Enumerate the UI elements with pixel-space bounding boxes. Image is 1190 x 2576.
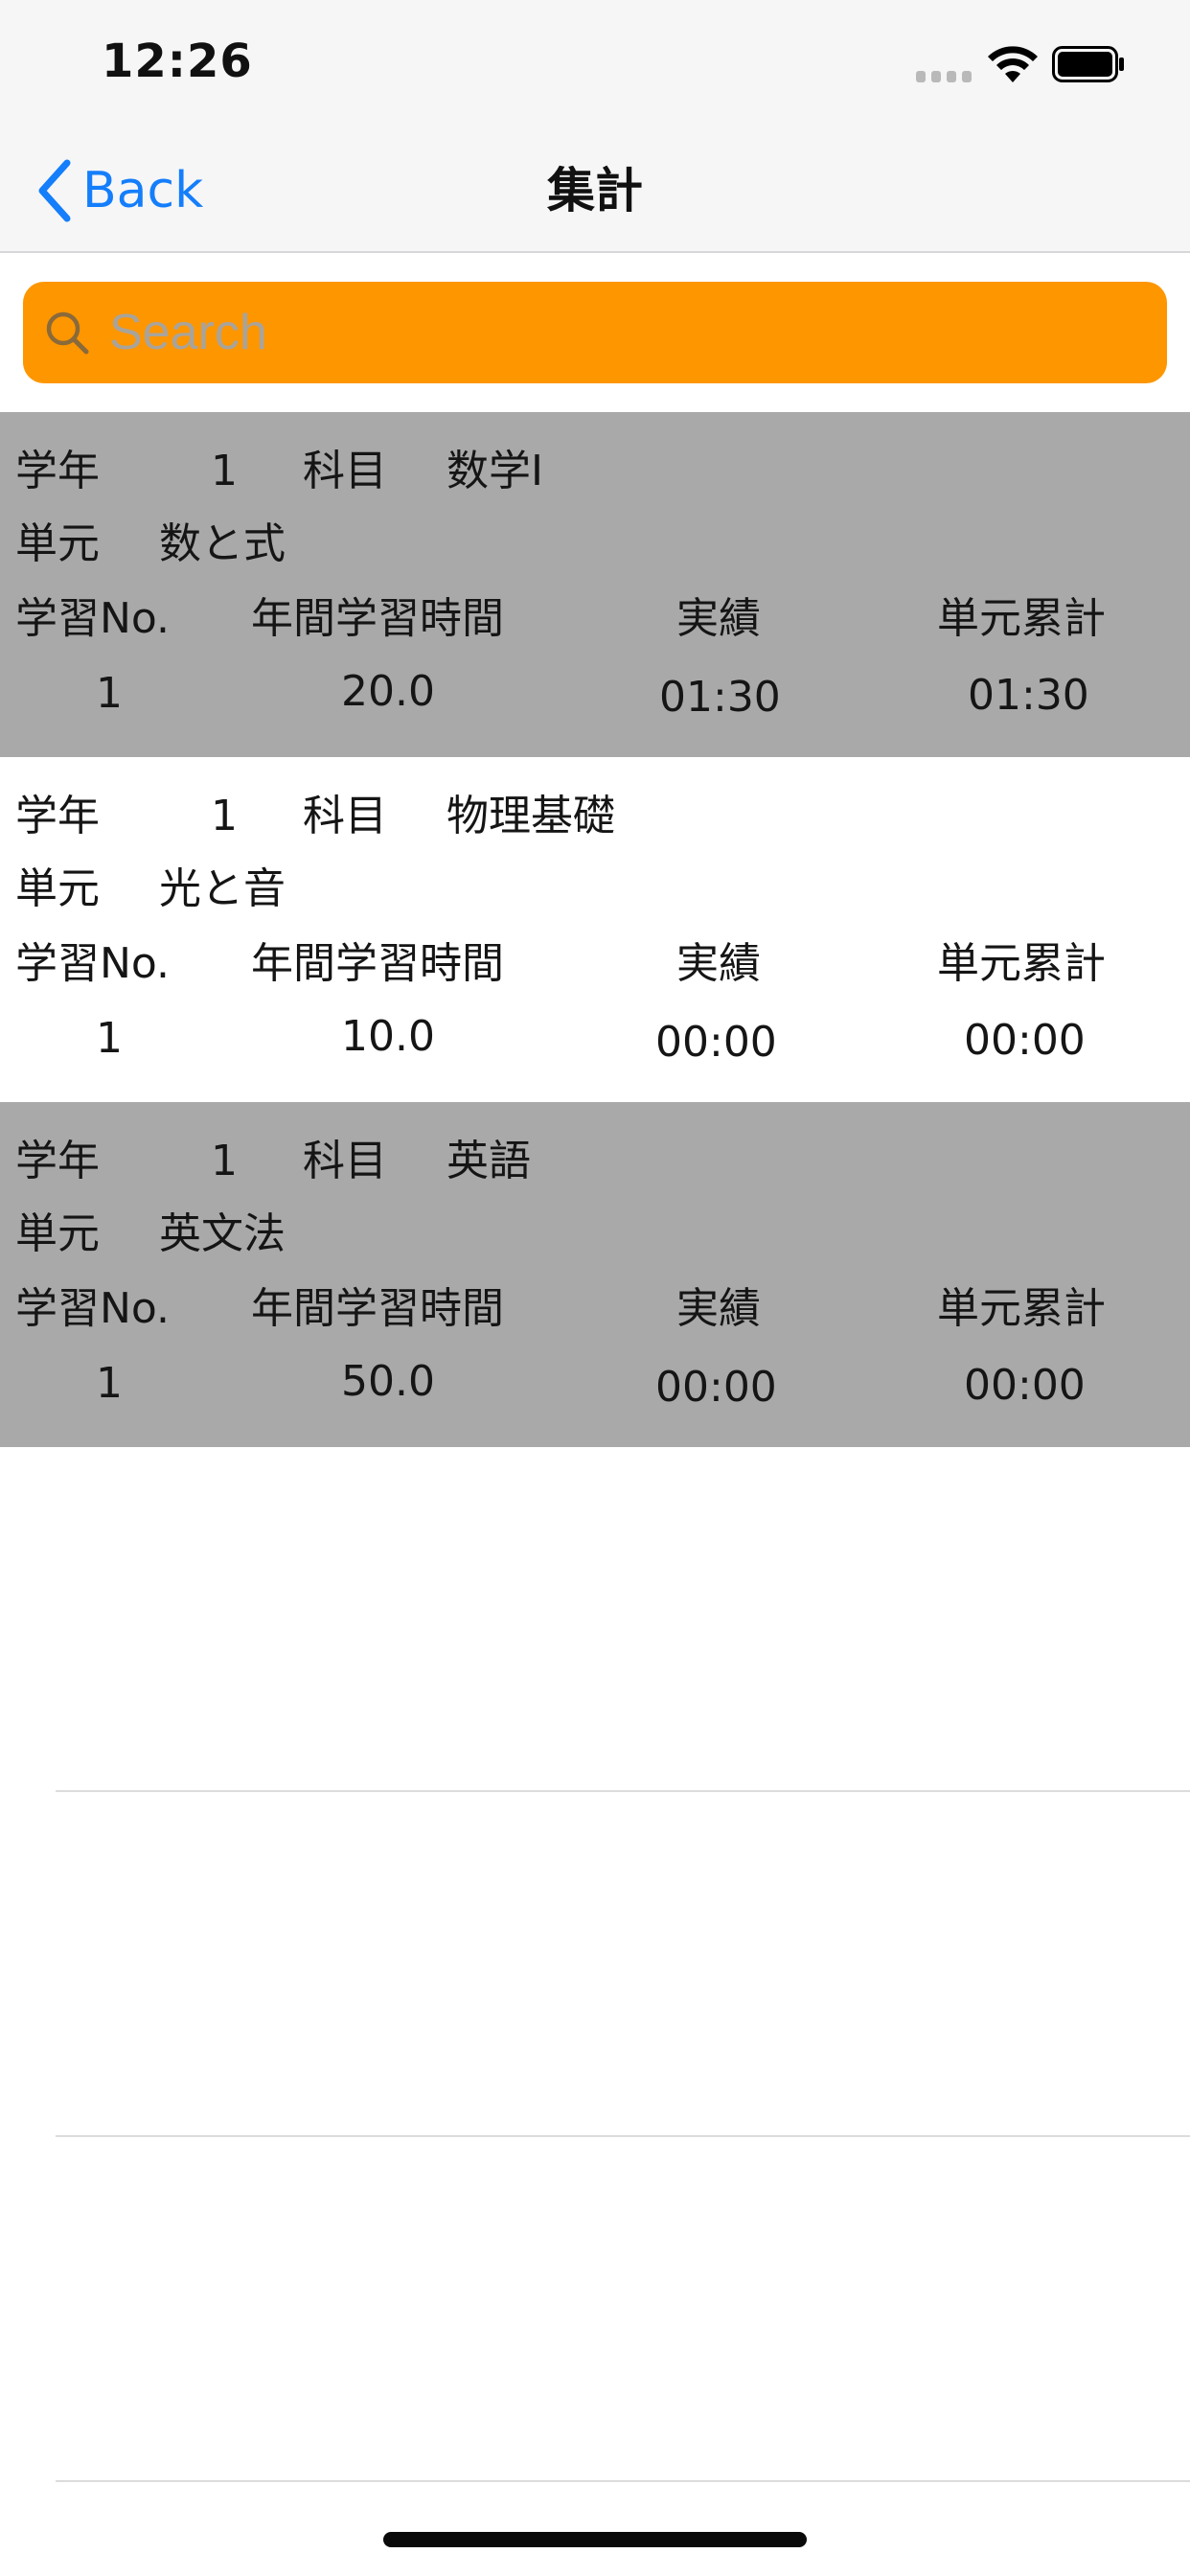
- screen: 12:26 集計 Back Search 学年 1 科目 数学I 単元 数と式 …: [0, 0, 1190, 2576]
- study-no-label: 学習No.: [15, 1284, 171, 1333]
- unit-label: 単元: [15, 864, 100, 913]
- unit-total-value: 00:00: [964, 1361, 1086, 1410]
- actual-value: 00:00: [655, 1018, 777, 1067]
- study-no-label: 学習No.: [15, 939, 171, 988]
- annual-hours-label: 年間学習時間: [251, 939, 504, 988]
- unit-label: 単元: [15, 519, 100, 568]
- unit-total-label: 単元累計: [937, 939, 1106, 988]
- navigation-bar: 集計 Back: [0, 126, 1190, 253]
- table-row[interactable]: 学年 1 科目 物理基礎 単元 光と音 学習No. 年間学習時間 実績 単元累計…: [0, 757, 1190, 1102]
- grade-value: 1: [211, 792, 238, 840]
- study-no-value: 1: [96, 669, 123, 718]
- search-input[interactable]: [109, 294, 1167, 371]
- chevron-left-icon: [38, 159, 71, 222]
- cellular-signal-icon: [916, 71, 972, 82]
- study-no-value: 1: [96, 1014, 123, 1063]
- study-no-label: 学習No.: [15, 594, 171, 643]
- actual-value: 01:30: [659, 673, 781, 722]
- study-no-value: 1: [96, 1359, 123, 1408]
- unit-value: 数と式: [159, 519, 286, 568]
- summary-table: 学年 1 科目 数学I 単元 数と式 学習No. 年間学習時間 実績 単元累計 …: [0, 412, 1190, 2482]
- annual-hours-value: 10.0: [341, 1012, 435, 1061]
- unit-total-value: 00:00: [964, 1016, 1086, 1065]
- unit-value: 英文法: [159, 1209, 286, 1258]
- empty-row: [0, 1447, 1190, 1792]
- home-indicator[interactable]: [383, 2532, 807, 2547]
- subject-value: 英語: [446, 1137, 531, 1185]
- actual-label: 実績: [676, 1284, 761, 1333]
- subject-value: 物理基礎: [446, 792, 615, 840]
- unit-label: 単元: [15, 1209, 100, 1258]
- table-row[interactable]: 学年 1 科目 数学I 単元 数と式 学習No. 年間学習時間 実績 単元累計 …: [0, 412, 1190, 757]
- subject-label: 科目: [303, 792, 387, 840]
- unit-value: 光と音: [159, 864, 286, 913]
- actual-value: 00:00: [655, 1363, 777, 1412]
- status-time: 12:26: [102, 34, 253, 88]
- subject-label: 科目: [303, 1137, 387, 1185]
- subject-label: 科目: [303, 447, 387, 495]
- subject-value: 数学I: [446, 447, 543, 495]
- back-button[interactable]: Back: [34, 157, 203, 224]
- wifi-icon: [988, 46, 1038, 82]
- back-button-label: Back: [82, 162, 204, 219]
- grade-label: 学年: [15, 1137, 100, 1185]
- battery-icon: [1052, 46, 1124, 82]
- empty-row: [0, 2137, 1190, 2482]
- grade-value: 1: [211, 447, 238, 495]
- annual-hours-label: 年間学習時間: [251, 1284, 504, 1333]
- search-icon: [46, 311, 89, 355]
- annual-hours-value: 20.0: [341, 667, 435, 716]
- unit-total-label: 単元累計: [937, 594, 1106, 643]
- grade-label: 学年: [15, 792, 100, 840]
- search-bar: [0, 253, 1190, 412]
- actual-label: 実績: [676, 594, 761, 643]
- empty-row: [0, 1792, 1190, 2137]
- grade-value: 1: [211, 1137, 238, 1185]
- unit-total-label: 単元累計: [937, 1284, 1106, 1333]
- search-field[interactable]: [23, 282, 1167, 383]
- row-separator: [56, 2480, 1190, 2482]
- annual-hours-value: 50.0: [341, 1357, 435, 1406]
- actual-label: 実績: [676, 939, 761, 988]
- unit-total-value: 01:30: [968, 671, 1089, 720]
- status-bar: 12:26: [0, 0, 1190, 126]
- annual-hours-label: 年間学習時間: [251, 594, 504, 643]
- grade-label: 学年: [15, 447, 100, 495]
- table-row[interactable]: 学年 1 科目 英語 単元 英文法 学習No. 年間学習時間 実績 単元累計 1…: [0, 1102, 1190, 1447]
